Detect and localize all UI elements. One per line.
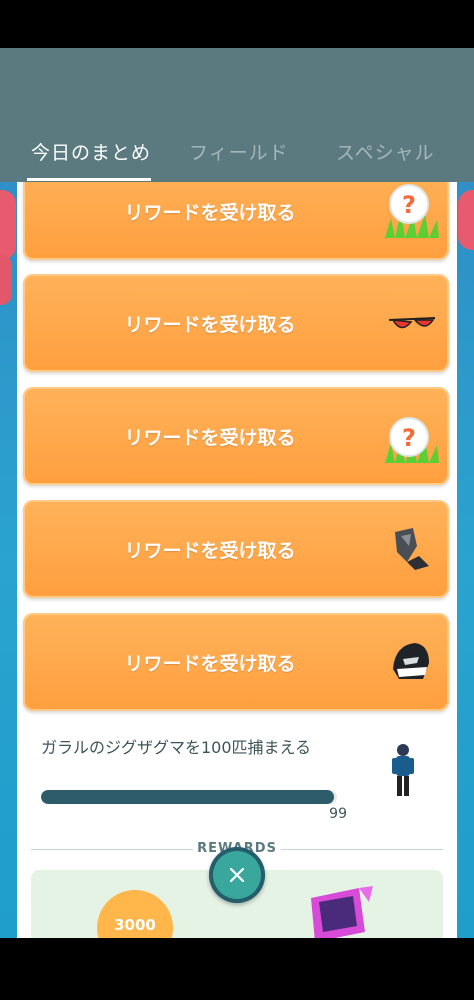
quest-progress-count: 99 — [329, 806, 347, 822]
quest-progress-fill — [41, 790, 335, 804]
background-decoration — [458, 190, 474, 250]
mystery-question-icon: ? — [385, 184, 439, 238]
background-decoration — [0, 190, 16, 260]
tab-special[interactable]: スペシャル — [336, 138, 435, 165]
close-icon — [229, 867, 245, 883]
claim-reward-button[interactable]: リワードを受け取る — [23, 500, 449, 598]
trainer-avatar-icon — [392, 744, 414, 796]
helmet-item-icon — [393, 643, 429, 679]
xp-reward-amount: 3000 — [114, 916, 156, 934]
claim-reward-button[interactable]: リワードを受け取る ? — [23, 387, 449, 485]
wing-item-icon — [395, 528, 429, 570]
tab-bar: 今日のまとめ フィールド スペシャル — [0, 130, 474, 182]
tab-today[interactable]: 今日のまとめ — [31, 138, 151, 165]
tab-field[interactable]: フィールド — [189, 138, 289, 165]
mystery-question-icon: ? — [385, 417, 439, 463]
claim-reward-label: リワードを受け取る — [124, 201, 296, 224]
background-decoration — [0, 255, 12, 305]
svg-text:?: ? — [402, 424, 416, 452]
divider — [31, 849, 193, 850]
quest-title: ガラルのジグザグマを100匹捕まえる — [41, 738, 312, 757]
claim-reward-button[interactable]: リワードを受け取る — [23, 274, 449, 372]
claim-reward-button[interactable]: リワードを受け取る ? — [23, 182, 449, 260]
quest-progress-bar — [41, 790, 337, 804]
status-bar — [0, 0, 474, 48]
active-tab-indicator — [27, 178, 151, 181]
sunglasses-icon — [388, 317, 436, 329]
close-button[interactable] — [209, 847, 265, 903]
claim-reward-label: リワードを受け取る — [124, 426, 296, 449]
claim-reward-button[interactable]: リワードを受け取る — [23, 613, 449, 711]
navigation-bar — [0, 938, 474, 1000]
reward-item-icon — [311, 886, 373, 938]
svg-text:?: ? — [402, 191, 416, 219]
claim-reward-label: リワードを受け取る — [124, 652, 296, 675]
quest-panel[interactable]: リワードを受け取る ? リワードを受け取る リワードを受け取る ? リワードを受… — [17, 182, 457, 938]
divider — [281, 849, 443, 850]
claim-reward-label: リワードを受け取る — [124, 313, 296, 336]
claim-reward-label: リワードを受け取る — [124, 539, 296, 562]
